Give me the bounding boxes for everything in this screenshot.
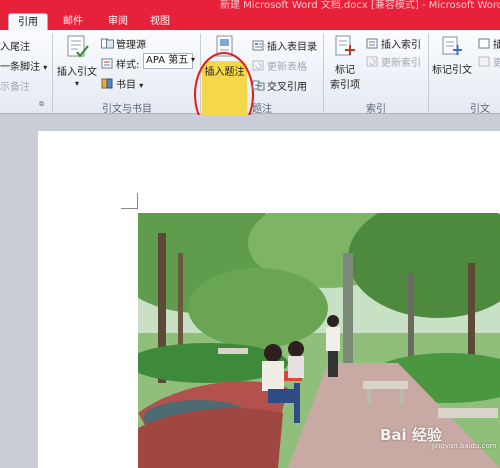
chevron-down-icon[interactable]: ▾ — [191, 55, 195, 64]
insert-table-of-figures-label: 插入表目录 — [267, 42, 317, 53]
mark-entry-icon — [335, 35, 355, 56]
insert-citation-label: 插入引文 — [57, 67, 97, 78]
insert-authorities-button[interactable]: 插 — [478, 36, 500, 51]
captions-group-label: 题注 — [252, 104, 272, 115]
style-label: 样式: — [116, 60, 140, 71]
watermark-subtext: jingyan.baidu.com — [432, 442, 497, 450]
insert-index-button[interactable]: 插入索引 — [366, 36, 421, 51]
update-table-label: 更新表格 — [267, 62, 307, 73]
ribbon: 入尾注 一条脚注 ▾ 示备注 ⧉ 插入引文 ▾ 管理源 样式: APA 第五 ▾… — [0, 30, 500, 137]
update-table-icon — [252, 60, 264, 71]
insert-endnote-label: 入尾注 — [0, 42, 30, 53]
park-photo-illustration — [138, 213, 500, 468]
insert-citation-icon — [67, 35, 89, 58]
mark-citation-label: 标记引文 — [432, 65, 472, 76]
margin-corner-mark — [137, 193, 138, 209]
chevron-down-icon: ▾ — [43, 63, 48, 72]
inserted-photo[interactable] — [138, 213, 500, 468]
tab-view[interactable]: 视图 — [142, 13, 178, 30]
update-authorities-icon — [478, 56, 490, 67]
cross-reference-label: 交叉引用 — [267, 82, 307, 93]
next-footnote-button[interactable]: 一条脚注 ▾ — [0, 58, 47, 73]
group-separator — [323, 34, 324, 112]
update-index-label: 更新索引 — [381, 58, 421, 69]
citation-style-select[interactable]: APA 第五 — [143, 53, 193, 69]
mark-citation-button[interactable]: 标记引文 — [430, 34, 474, 76]
mark-citation-icon — [442, 36, 462, 55]
insert-index-icon — [366, 38, 378, 49]
dialog-launcher-icon[interactable]: ⧉ — [39, 100, 44, 109]
manage-sources-button[interactable]: 管理源 — [101, 36, 146, 51]
mark-entry-label-line1: 标记 — [335, 65, 355, 76]
window-title: 新建 Microsoft Word 文档.docx [兼容模式] - Micro… — [220, 0, 500, 10]
insert-table-of-figures-button[interactable]: 插入表目录 — [252, 38, 317, 53]
cross-reference-button[interactable]: 交叉引用 — [252, 78, 307, 93]
bibliography-icon — [101, 78, 113, 89]
update-table-button[interactable]: 更新表格 — [252, 58, 307, 73]
tab-review[interactable]: 审阅 — [100, 13, 136, 30]
group-separator — [52, 34, 53, 112]
baidu-watermark: Bai 经验 jingyan.baidu.com — [380, 424, 497, 450]
update-index-icon — [366, 56, 378, 67]
style-icon — [101, 58, 113, 69]
title-bar: 新建 Microsoft Word 文档.docx [兼容模式] - Micro… — [0, 0, 500, 10]
citation-style-value: APA 第五 — [146, 55, 189, 66]
mark-entry-button[interactable]: 标记 索引项 — [326, 34, 364, 91]
manage-sources-icon — [101, 38, 114, 49]
insert-citation-button[interactable]: 插入引文 ▾ — [56, 34, 98, 89]
index-group-label: 索引 — [366, 104, 386, 115]
margin-corner-mark — [121, 208, 137, 209]
bibliography-button[interactable]: 书目 ▾ — [101, 76, 143, 91]
insert-index-label: 插入索引 — [381, 40, 421, 51]
authorities-group-label: 引文 — [470, 104, 490, 115]
show-notes-label: 示备注 — [0, 82, 30, 93]
mark-entry-label-line2: 索引项 — [330, 80, 360, 91]
update-authorities-button[interactable]: 更 — [478, 54, 500, 69]
insert-authorities-icon — [478, 38, 490, 49]
table-of-figures-icon — [252, 40, 264, 51]
update-index-button[interactable]: 更新索引 — [366, 54, 421, 69]
tab-references[interactable]: 引用 — [8, 13, 48, 30]
show-notes-button[interactable]: 示备注 — [0, 78, 30, 93]
insert-authorities-label: 插 — [493, 40, 500, 51]
bibliography-label: 书目 — [116, 80, 136, 91]
group-separator — [428, 34, 429, 112]
manage-sources-label: 管理源 — [116, 40, 146, 51]
tab-mailings[interactable]: 邮件 — [55, 13, 91, 30]
citation-style-label-row: 样式: — [101, 56, 139, 71]
ribbon-tabs: 引用 邮件 审阅 视图 — [0, 10, 500, 30]
next-footnote-label: 一条脚注 — [0, 62, 40, 73]
chevron-down-icon: ▾ — [74, 79, 79, 88]
insert-endnote-button[interactable]: 入尾注 — [0, 38, 30, 53]
cross-reference-icon — [252, 80, 265, 91]
citations-group-label: 引文与书目 — [102, 104, 152, 115]
update-authorities-label: 更 — [493, 58, 500, 69]
chevron-down-icon: ▾ — [139, 81, 144, 90]
